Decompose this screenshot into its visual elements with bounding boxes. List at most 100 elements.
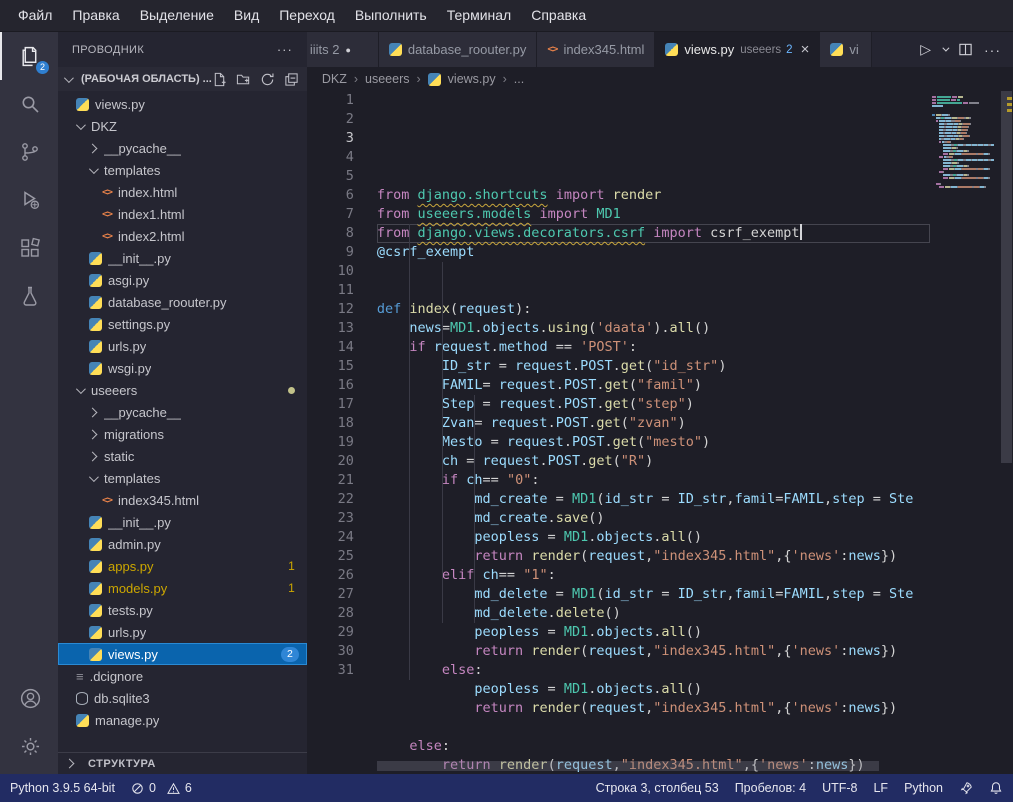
new-folder-icon[interactable] [236,72,251,87]
menu-Файл[interactable]: Файл [8,0,62,31]
code-line: def index(request): [377,300,930,319]
rocket-icon[interactable] [959,781,973,795]
editor-gutter[interactable]: 1234567891011121314151617181920212223242… [307,91,377,774]
tree-item-tests.py[interactable]: tests.py [58,599,307,621]
breadcrumb-item-views.py[interactable]: views.py [448,72,496,86]
tree-item-static[interactable]: static [58,445,307,467]
line-number: 1 [307,91,354,110]
tree-item-manage.py[interactable]: manage.py [58,709,307,731]
outline-section-header[interactable]: СТРУКТУРА [58,752,307,774]
editor-actions: ▷ ··· [908,32,1013,67]
tree-item-views.py[interactable]: views.py [58,93,307,115]
breadcrumb[interactable]: DKZ›useeers›views.py›... [307,67,1013,91]
indentation-status[interactable]: Пробелов: 4 [735,781,806,795]
tree-item-label: views.py [95,97,145,112]
tree-item-__init__.py[interactable]: __init__.py [58,247,307,269]
encoding-status[interactable]: UTF-8 [822,781,857,795]
activitybar-search[interactable] [0,80,58,128]
tab-index345.html[interactable]: <>index345.html [537,32,655,67]
tree-item-label: migrations [104,427,164,442]
horizontal-scrollbar[interactable] [377,761,917,771]
line-number: 21 [307,471,354,490]
line-number: 5 [307,167,354,186]
notifications-bell-icon[interactable] [989,781,1003,795]
vertical-scrollbar-thumb[interactable] [1001,91,1012,463]
split-editor-icon[interactable] [958,42,973,57]
problems-badge: 2 [281,647,299,662]
refresh-icon[interactable] [260,72,275,87]
tree-item-DKZ[interactable]: DKZ [58,115,307,137]
more-actions-icon[interactable]: ··· [277,42,293,57]
tree-item-settings.py[interactable]: settings.py [58,313,307,335]
editor[interactable]: 1234567891011121314151617181920212223242… [307,91,1013,774]
activitybar-source-control[interactable] [0,128,58,176]
modified-dot-icon: ● [345,45,350,55]
tree-item-index.html[interactable]: <>index.html [58,181,307,203]
tree-item-index1.html[interactable]: <>index1.html [58,203,307,225]
tree-item-db.sqlite3[interactable]: db.sqlite3 [58,687,307,709]
tab-iiits 2[interactable]: iiits 2● [307,32,379,67]
tab-database_roouter.py[interactable]: database_roouter.py [379,32,538,67]
activitybar-testing[interactable] [0,272,58,320]
tab-vi[interactable]: vi [820,32,872,67]
vertical-scrollbar[interactable] [1000,91,1013,774]
tree-item-migrations[interactable]: migrations [58,423,307,445]
language-mode[interactable]: Python [904,781,943,795]
problems-status[interactable]: 0 6 [131,781,192,795]
breadcrumb-item-...[interactable]: ... [514,72,524,86]
tree-item-models.py[interactable]: models.py1 [58,577,307,599]
collapse-folders-icon[interactable] [284,72,299,87]
run-button[interactable]: ▷ [920,41,931,58]
workspace-section-header[interactable]: (РАБОЧАЯ ОБЛАСТЬ) ... [58,67,307,91]
tree-item-templates[interactable]: templates [58,159,307,181]
tree-item-__init__.py[interactable]: __init__.py [58,511,307,533]
eol-status[interactable]: LF [873,781,888,795]
breadcrumb-item-DKZ[interactable]: DKZ [322,72,347,86]
tree-item-asgi.py[interactable]: asgi.py [58,269,307,291]
tree-item-__pycache__[interactable]: __pycache__ [58,137,307,159]
tree-item-index2.html[interactable]: <>index2.html [58,225,307,247]
menu-Правка[interactable]: Правка [62,0,129,31]
activitybar-accounts[interactable] [0,674,58,722]
tree-item-apps.py[interactable]: apps.py1 [58,555,307,577]
activitybar-extensions[interactable] [0,224,58,272]
line-number: 28 [307,604,354,623]
problems-badge: 1 [288,581,295,595]
tree-item-urls.py[interactable]: urls.py [58,621,307,643]
minimap[interactable] [930,91,1000,774]
tree-item-urls.py[interactable]: urls.py [58,335,307,357]
activitybar-explorer[interactable]: 2 [0,32,58,80]
tree-item-admin.py[interactable]: admin.py [58,533,307,555]
close-icon[interactable]: × [801,42,810,57]
menu-Вид[interactable]: Вид [224,0,269,31]
tree-item-__pycache__[interactable]: __pycache__ [58,401,307,423]
python-interpreter-status[interactable]: Python 3.9.5 64-bit [10,781,115,795]
code-area[interactable]: from django.shortcuts import renderfrom … [377,91,930,774]
new-file-icon[interactable] [212,72,227,87]
horizontal-scrollbar-thumb[interactable] [377,761,879,771]
tree-item-views.py[interactable]: views.py2 [58,643,307,665]
tree-item-wsgi.py[interactable]: wsgi.py [58,357,307,379]
menu-Выполнить[interactable]: Выполнить [345,0,437,31]
cursor-position[interactable]: Строка 3, столбец 53 [596,781,719,795]
menu-Справка[interactable]: Справка [521,0,596,31]
python-file-icon [89,648,102,661]
tree-item-templates[interactable]: templates [58,467,307,489]
activitybar-settings[interactable] [0,722,58,770]
line-number: 8 [307,224,354,243]
menu-Выделение[interactable]: Выделение [130,0,224,31]
activitybar-run-debug[interactable] [0,176,58,224]
run-dropdown-icon[interactable] [942,45,949,52]
tree-item-useeers[interactable]: useeers [58,379,307,401]
menu-Терминал[interactable]: Терминал [437,0,521,31]
html-file-icon: <> [102,231,112,242]
minimap-content [932,96,998,188]
more-actions-icon[interactable]: ··· [984,42,1001,58]
explorer-sidebar: ПРОВОДНИК ··· (РАБОЧАЯ ОБЛАСТЬ) ... view… [58,32,307,774]
breadcrumb-item-useeers[interactable]: useeers [365,72,409,86]
tree-item-index345.html[interactable]: <>index345.html [58,489,307,511]
tree-item-database_roouter.py[interactable]: database_roouter.py [58,291,307,313]
tree-item-.dcignore[interactable]: ≡.dcignore [58,665,307,687]
menu-Переход[interactable]: Переход [269,0,345,31]
tab-views.py[interactable]: views.pyuseeers2× [655,32,820,67]
